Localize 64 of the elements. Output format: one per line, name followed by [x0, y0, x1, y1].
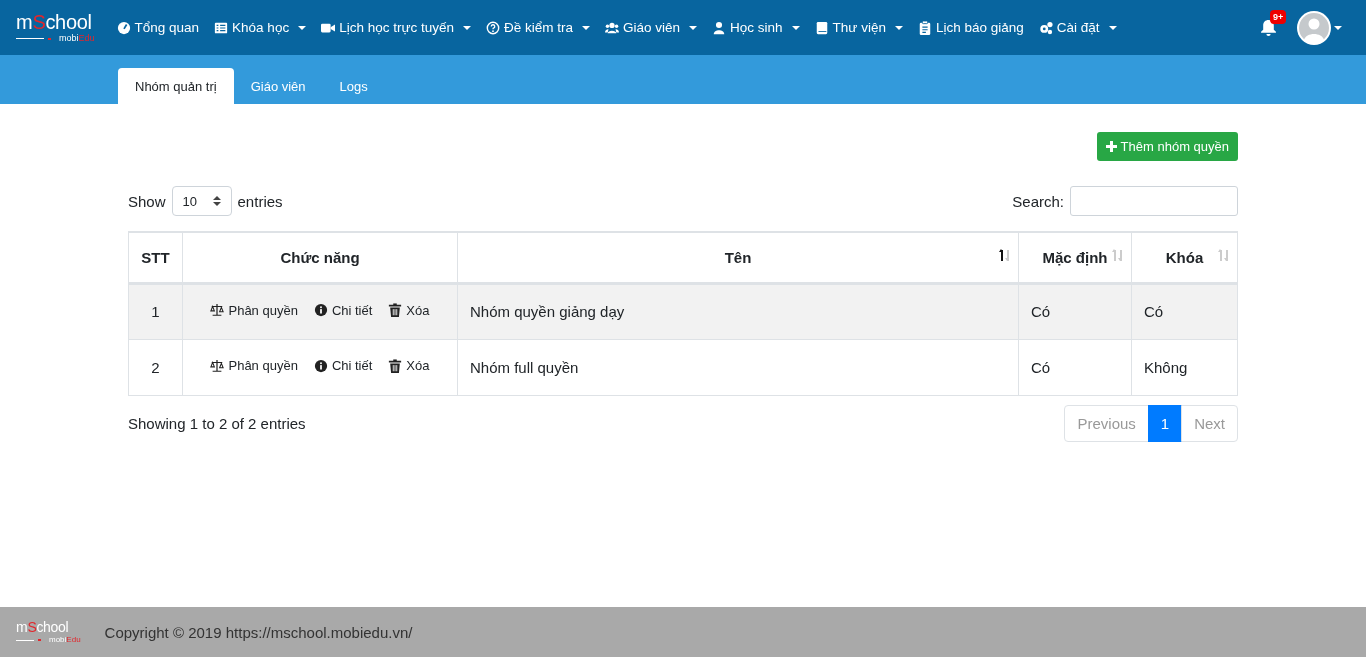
trash-icon — [388, 303, 403, 318]
search-field[interactable] — [1070, 186, 1238, 216]
caret-icon — [582, 25, 590, 30]
nav-link[interactable]: Thư viện — [814, 20, 903, 35]
avatar-icon[interactable] — [1297, 10, 1331, 45]
nav-link[interactable]: Học sinh — [712, 20, 800, 35]
sort-arrows-icon — [212, 196, 221, 206]
caret-icon — [894, 25, 903, 30]
nav-link[interactable]: Khóa học — [214, 20, 307, 35]
table-cell: Không — [1131, 339, 1238, 395]
info-icon — [313, 358, 328, 373]
clipboard-icon — [917, 20, 932, 35]
search-label: Search: — [1012, 192, 1064, 210]
tab[interactable]: Nhóm quản trị — [118, 68, 234, 104]
gears-icon — [1038, 20, 1053, 35]
scale-icon — [210, 303, 225, 318]
show-label: Show — [128, 192, 166, 210]
caret-icon — [689, 25, 698, 30]
table-cell: Nhóm quyền giảng dạy — [457, 283, 1019, 339]
action-link[interactable]: Xóa — [388, 358, 430, 374]
action-link[interactable]: Phân quyền — [210, 358, 298, 374]
bell-icon[interactable] — [1260, 19, 1277, 36]
table-cell: Có — [1131, 283, 1238, 339]
nav-link[interactable]: Giáo viên — [605, 20, 698, 35]
action-link[interactable]: Chi tiết — [313, 302, 373, 318]
table-cell: Có — [1018, 283, 1132, 339]
sort-icon — [1112, 249, 1123, 261]
add-group-button[interactable]: Thêm nhóm quyền — [1096, 132, 1238, 161]
caret-icon — [1108, 25, 1117, 30]
list-icon — [214, 20, 229, 35]
sort-icon — [999, 249, 1010, 261]
action-link[interactable]: Xóa — [388, 302, 430, 318]
user-icon — [712, 20, 727, 35]
table-cell: 2 — [128, 339, 183, 395]
gauge-icon — [116, 20, 131, 35]
trash-icon — [388, 358, 403, 373]
page-link[interactable]: 1 — [1147, 404, 1183, 442]
nav-link[interactable]: Lịch báo giảng — [917, 20, 1024, 35]
nav-link[interactable]: Đề kiểm tra — [486, 20, 590, 35]
caret-icon — [1334, 25, 1342, 30]
table-info: Showing 1 to 2 of 2 entries — [128, 414, 306, 432]
nav-link[interactable]: Tổng quan — [116, 20, 200, 35]
table-cell: Có — [1018, 339, 1132, 395]
copyright-text: Copyright © 2019 https://mschool.mobiedu.vn/ — [104, 623, 413, 641]
question-icon — [486, 20, 500, 35]
info-icon — [313, 303, 328, 318]
table-cell: 1 — [128, 283, 183, 339]
caret-icon — [298, 25, 307, 30]
action-link[interactable]: Chi tiết — [313, 358, 373, 374]
notification-badge: 9+ — [1270, 10, 1287, 24]
scale-icon — [210, 358, 225, 373]
caret-icon — [463, 25, 471, 30]
caret-icon — [791, 25, 800, 30]
footer-logo: mSchool mobiEdu — [16, 620, 81, 644]
logo[interactable]: mSchool mobiEdu — [16, 12, 95, 43]
book-icon — [814, 20, 829, 35]
sort-icon — [1218, 249, 1229, 261]
nav-link[interactable]: Lịch học trực tuyến — [321, 20, 471, 35]
users-icon — [605, 20, 619, 35]
page-size-select[interactable]: 10 — [171, 186, 232, 216]
action-link[interactable]: Phân quyền — [210, 302, 298, 318]
entries-label: entries — [237, 192, 283, 210]
nav-link[interactable]: Cài đặt — [1038, 20, 1117, 35]
table-cell: Nhóm full quyền — [457, 339, 1019, 395]
